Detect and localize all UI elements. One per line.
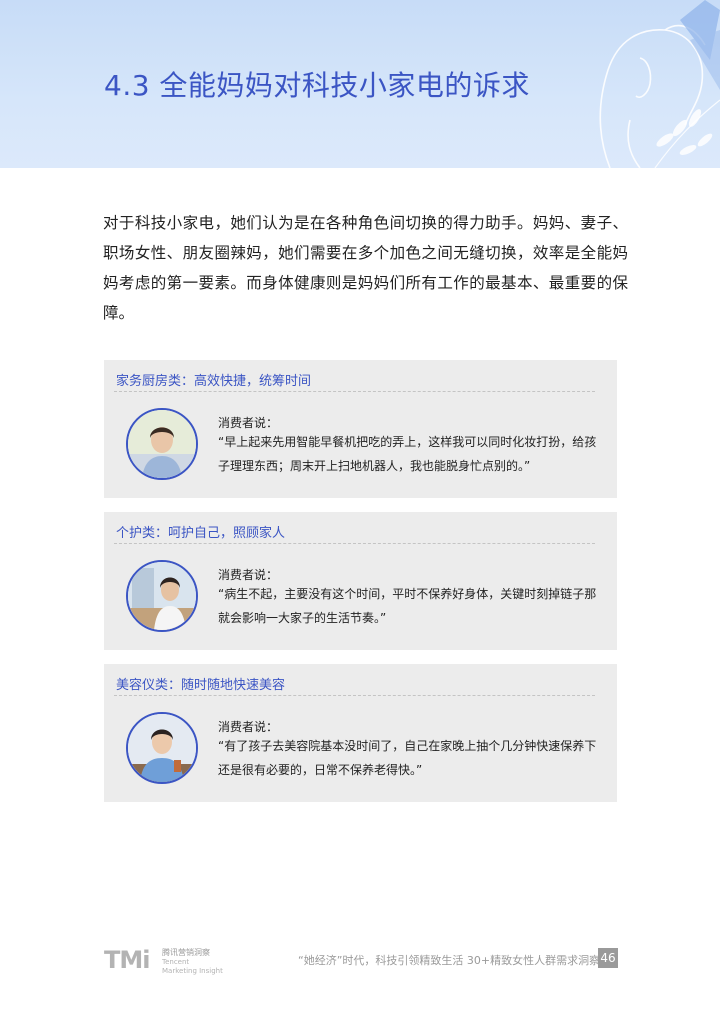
quote-label: 消费者说： bbox=[218, 568, 279, 582]
quote-label: 消费者说： bbox=[218, 416, 279, 430]
consumer-quote: “有了孩子去美容院基本没时间了，自己在家晚上抽个几分钟快速保养下还是很有必要的，… bbox=[218, 739, 597, 777]
category-card-kitchen: 家务厨房类：高效快捷，统筹时间 消费者说： “早上起来先用智能早餐机把吃的弄上，… bbox=[104, 360, 617, 498]
consumer-quote: “病生不起，主要没有这个时间，平时不保养好身体，关键时刻掉链子那就会影响一大家子… bbox=[218, 587, 597, 625]
card-divider bbox=[114, 543, 595, 544]
consumer-avatar bbox=[126, 408, 198, 480]
consumer-avatar bbox=[126, 560, 198, 632]
intro-paragraph: 对于科技小家电，她们认为是在各种角色间切换的得力助手。妈妈、妻子、职场女性、朋友… bbox=[103, 214, 628, 322]
category-card-personal-care: 个护类：呵护自己，照顾家人 消费者说： “病生不起，主要没有这个时间，平时不保养… bbox=[104, 512, 617, 650]
page-number: 46 bbox=[598, 948, 618, 968]
category-card-beauty-device: 美容仪类：随时随地快速美容 消费者说： “有了孩子去美容院基本没时间了，自己在家… bbox=[104, 664, 617, 802]
card-divider bbox=[114, 391, 595, 392]
quote-label: 消费者说： bbox=[218, 720, 279, 734]
consumer-quote: “早上起来先用智能早餐机把吃的弄上，这样我可以同时化妆打扮，给孩子理理东西；周末… bbox=[218, 435, 597, 473]
page-header: 4.3 全能妈妈对科技小家电的诉求 bbox=[0, 0, 720, 168]
card-divider bbox=[114, 695, 595, 696]
page-title: 4.3 全能妈妈对科技小家电的诉求 bbox=[104, 69, 530, 102]
brand-name-en-line1: Tencent bbox=[162, 958, 190, 966]
consumer-avatar bbox=[126, 712, 198, 784]
tmi-logo: TMi 腾讯营销洞察 Tencent Marketing Insight bbox=[104, 944, 234, 980]
report-title: “她经济”时代，科技引领精致生活 30+精致女性人群需求洞察 bbox=[298, 954, 601, 967]
brand-name-cn: 腾讯营销洞察 bbox=[162, 948, 210, 957]
woman-silhouette-illustration bbox=[599, 0, 720, 168]
card-title: 家务厨房类：高效快捷，统筹时间 bbox=[116, 374, 312, 389]
card-title: 美容仪类：随时随地快速美容 bbox=[116, 678, 286, 693]
logo-wordmark: TMi bbox=[104, 946, 150, 974]
card-title: 个护类：呵护自己，照顾家人 bbox=[116, 526, 286, 541]
brand-name-en-line2: Marketing Insight bbox=[162, 967, 223, 975]
